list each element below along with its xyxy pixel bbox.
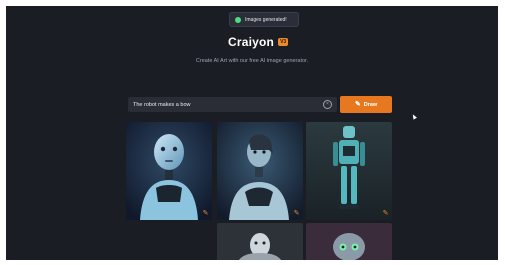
- brand-name: Craiyon: [228, 35, 275, 49]
- mouse-cursor-icon: [411, 113, 417, 120]
- draw-button[interactable]: ✎ Draw: [340, 96, 392, 113]
- android-image: [217, 122, 303, 220]
- notification-toast: Images generated!: [229, 12, 299, 27]
- craiyon-app-screen: Images generated! Craiyon V3 Create AI A…: [6, 6, 498, 260]
- robot-head-image: [217, 223, 303, 260]
- version-badge: V3: [278, 38, 289, 46]
- prompt-input[interactable]: The robot makes a bow ×: [128, 97, 337, 112]
- clear-icon[interactable]: ×: [323, 100, 332, 109]
- edit-pencil-icon[interactable]: ✎: [202, 210, 209, 217]
- pencil-icon: ✎: [354, 101, 361, 108]
- full-body-robot-image: [306, 122, 392, 220]
- draw-button-label: Draw: [363, 101, 378, 108]
- robot-bust-image: [126, 122, 212, 220]
- edit-pencil-icon[interactable]: ✎: [382, 210, 389, 217]
- check-circle-icon: [235, 16, 241, 23]
- tagline: Create AI Art with our free AI image gen…: [195, 58, 309, 64]
- edit-pencil-icon[interactable]: ✎: [293, 210, 300, 217]
- result-image-5[interactable]: [306, 223, 392, 260]
- result-image-2[interactable]: ✎: [217, 122, 303, 220]
- result-image-4[interactable]: [217, 223, 303, 260]
- result-image-1[interactable]: ✎: [126, 122, 212, 220]
- brand-logo[interactable]: Craiyon V3: [228, 35, 289, 49]
- prompt-input-value[interactable]: The robot makes a bow: [133, 102, 323, 108]
- result-image-3[interactable]: ✎: [306, 122, 392, 220]
- toast-text: Images generated!: [245, 16, 287, 23]
- robot-green-eyes-image: [306, 223, 392, 260]
